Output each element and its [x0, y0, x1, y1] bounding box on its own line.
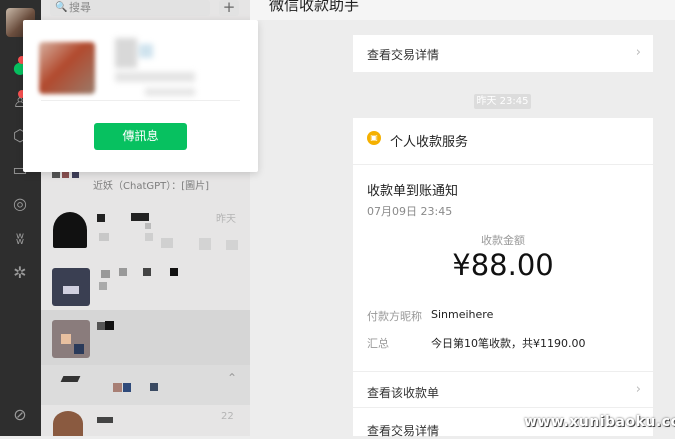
folded-group[interactable]: ⌃ — [41, 365, 250, 405]
chat-time: 22 — [221, 411, 234, 422]
receipt-icon: ▣ — [367, 131, 381, 145]
search-icon: 🔍 — [55, 2, 68, 13]
view-detail-link[interactable]: 查看交易详情 — [367, 422, 439, 439]
watermark: www.xunibaoku.com — [524, 414, 675, 430]
list-item[interactable] — [41, 260, 250, 310]
chat-time: 昨天 — [216, 214, 236, 225]
transaction-card-top[interactable]: 查看交易详情 › — [353, 35, 653, 72]
popup-avatar — [39, 42, 95, 94]
chevron-right-icon: › — [635, 382, 641, 397]
service-name: 个人收款服务 — [390, 135, 469, 150]
notice-time: 07月09日 23:45 — [367, 205, 453, 218]
divider — [353, 407, 653, 408]
divider — [353, 164, 653, 165]
divider — [41, 100, 240, 101]
message-timestamp: 昨天 23:45 — [474, 94, 531, 109]
payment-notification-card: ▣ 个人收款服务 收款单到账通知 07月09日 23:45 收款金额 ¥88.0… — [353, 118, 653, 439]
view-transaction-link[interactable]: 查看交易详情 — [367, 46, 439, 63]
list-item-selected[interactable] — [41, 310, 250, 365]
add-button[interactable]: + — [219, 0, 239, 16]
send-message-button[interactable]: 傳訊息 — [94, 123, 187, 150]
list-item[interactable]: 22 — [41, 405, 250, 436]
collapse-chevron-icon[interactable]: ⌃ — [227, 371, 237, 385]
summary-value: 今日第10笔收款，共¥1190.00 — [431, 337, 586, 350]
chat-header: 微信收款助手 — [250, 0, 675, 20]
list-item[interactable]: 昨天 — [41, 200, 250, 255]
search-input[interactable]: 🔍 搜尋 — [50, 0, 210, 16]
chat-title: 微信收款助手 — [269, 0, 360, 14]
amount-value: ¥88.00 — [452, 248, 554, 282]
message-preview: 近妖（ChatGPT）：[圖片] — [93, 181, 210, 192]
chevron-right-icon: › — [635, 45, 641, 60]
sparkle-icon[interactable]: ✲ — [10, 263, 30, 283]
amount-label: 收款金额 — [481, 234, 525, 247]
payer-label: 付款方昵称 — [367, 310, 422, 323]
view-order-link[interactable]: 查看该收款单 — [367, 384, 439, 401]
butterfly-icon[interactable]: ʬ — [10, 229, 30, 249]
link-icon[interactable]: ⊘ — [10, 405, 30, 425]
summary-label: 汇总 — [367, 337, 389, 350]
payer-value: Sinmeihere — [431, 308, 494, 321]
aperture-icon[interactable]: ◎ — [10, 194, 30, 214]
notice-title: 收款单到账通知 — [367, 184, 459, 199]
profile-popup: 傳訊息 — [23, 20, 258, 172]
divider — [353, 371, 653, 372]
search-placeholder: 搜尋 — [69, 1, 91, 14]
redacted-profile-text — [115, 38, 210, 96]
